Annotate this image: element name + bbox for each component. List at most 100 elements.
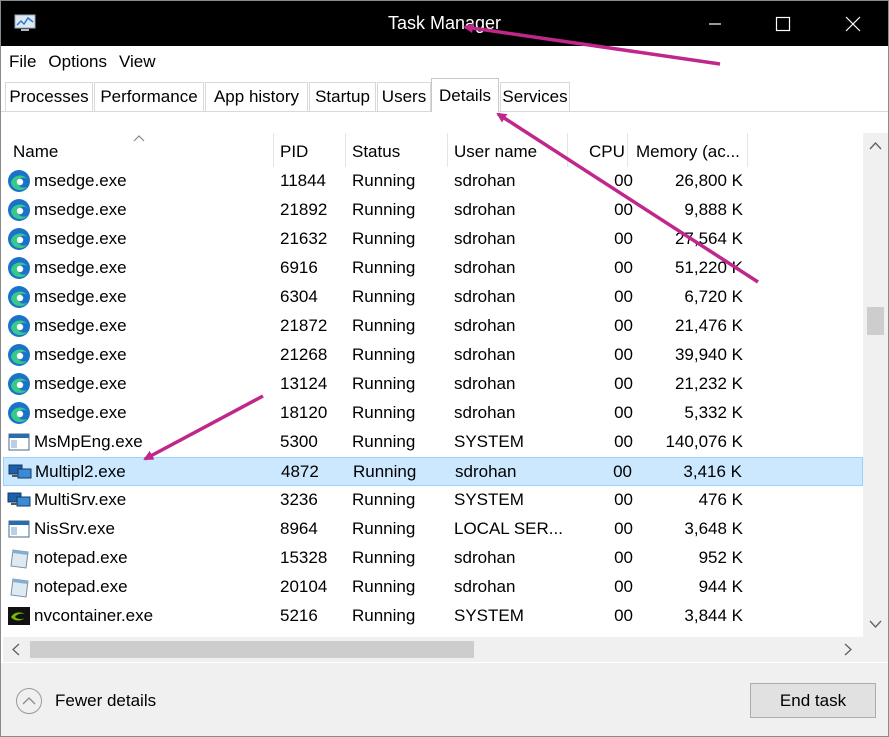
- column-header-user-name[interactable]: User name: [448, 133, 568, 167]
- cell-pid: 18120: [280, 403, 328, 422]
- table-row[interactable]: msedge.exe 21892 Running sdrohan 00 9,888 K: [3, 196, 863, 225]
- cell-user: sdrohan: [454, 171, 516, 190]
- cell-user: sdrohan: [454, 200, 516, 219]
- minimize-button[interactable]: [681, 1, 749, 46]
- table-row[interactable]: msedge.exe 21872 Running sdrohan 00 21,476 K: [3, 312, 863, 341]
- horizontal-scroll-thumb[interactable]: [30, 641, 474, 658]
- end-task-button[interactable]: End task: [750, 683, 876, 718]
- cell-status: Running: [352, 200, 416, 219]
- cell-status: Running: [352, 403, 416, 422]
- cell-name: notepad.exe: [34, 548, 128, 567]
- column-header-status[interactable]: Status: [346, 133, 448, 167]
- table-row[interactable]: NisSrv.exe 8964 Running LOCAL SER... 00 3,648…: [3, 515, 863, 544]
- table-header: Name PID Status User name CPU Memory (ac…: [3, 133, 863, 167]
- cell-name: msedge.exe: [34, 374, 127, 393]
- tab-processes[interactable]: Processes: [5, 82, 93, 111]
- cell-name: Multipl2.exe: [35, 462, 126, 481]
- minimize-icon: [709, 22, 721, 25]
- cell-name: msedge.exe: [34, 287, 127, 306]
- cell-user: sdrohan: [454, 577, 516, 596]
- cell-name: msedge.exe: [34, 345, 127, 364]
- cell-mem: 9,888 K: [684, 200, 743, 219]
- cell-status: Running: [352, 606, 416, 625]
- table-row[interactable]: Multipl2.exe 4872 Running sdrohan 00 3,416 K: [3, 457, 863, 486]
- table-row[interactable]: msedge.exe 6304 Running sdrohan 00 6,720 K: [3, 283, 863, 312]
- cell-status: Running: [352, 171, 416, 190]
- cell-cpu: 00: [614, 606, 633, 625]
- cell-name: msedge.exe: [34, 171, 127, 190]
- tab-app-history[interactable]: App history: [205, 82, 308, 111]
- title-bar: Task Manager: [1, 1, 888, 46]
- table-row[interactable]: MsMpEng.exe 5300 Running SYSTEM 00 140,076 K: [3, 428, 863, 457]
- app-window-icon: [7, 430, 31, 454]
- tab-details[interactable]: Details: [431, 78, 499, 112]
- edge-icon: [7, 256, 31, 280]
- cell-status: Running: [353, 462, 417, 481]
- cell-cpu: 00: [614, 258, 633, 277]
- tab-startup[interactable]: Startup: [309, 82, 376, 111]
- cell-cpu: 00: [614, 287, 633, 306]
- column-header-cpu[interactable]: CPU: [568, 133, 628, 167]
- cell-mem: 3,844 K: [684, 606, 743, 625]
- cell-name: msedge.exe: [34, 316, 127, 335]
- table-row[interactable]: notepad.exe 15328 Running sdrohan 00 952 K: [3, 544, 863, 573]
- cell-user: SYSTEM: [454, 490, 524, 509]
- table-row[interactable]: msedge.exe 21632 Running sdrohan 00 27,564 K: [3, 225, 863, 254]
- cell-mem: 952 K: [698, 548, 743, 567]
- tab-services[interactable]: Services: [500, 82, 570, 111]
- column-header-pid[interactable]: PID: [274, 133, 346, 167]
- tab-performance[interactable]: Performance: [94, 82, 204, 111]
- maximize-icon: [775, 16, 791, 31]
- table-row[interactable]: MultiSrv.exe 3236 Running SYSTEM 00 476 K: [3, 486, 863, 515]
- notepad-icon: [7, 546, 31, 570]
- cell-pid: 4872: [281, 462, 319, 481]
- cell-status: Running: [352, 432, 416, 451]
- table-row[interactable]: msedge.exe 21268 Running sdrohan 00 39,940 K: [3, 341, 863, 370]
- scroll-left-icon: [12, 643, 20, 656]
- menu-options[interactable]: Options: [48, 52, 107, 72]
- chevron-up-circle-icon: [16, 688, 42, 714]
- cell-pid: 5300: [280, 432, 318, 451]
- horizontal-scrollbar[interactable]: [3, 637, 888, 662]
- cell-mem: 39,940 K: [674, 345, 743, 364]
- column-header-memory[interactable]: Memory (ac...: [628, 133, 748, 167]
- cell-cpu: 00: [614, 519, 633, 538]
- tab-users[interactable]: Users: [377, 82, 431, 111]
- menu-file[interactable]: File: [9, 52, 36, 72]
- monitors-icon: [7, 488, 31, 512]
- close-button[interactable]: [819, 1, 887, 46]
- table-row[interactable]: msedge.exe 11844 Running sdrohan 00 26,800 K: [3, 167, 863, 196]
- cell-cpu: 00: [614, 200, 633, 219]
- cell-pid: 11844: [280, 171, 327, 190]
- cell-pid: 6304: [280, 287, 318, 306]
- maximize-button[interactable]: [749, 1, 817, 46]
- vertical-scrollbar[interactable]: [863, 133, 888, 637]
- edge-icon: [7, 372, 31, 396]
- cell-cpu: 00: [614, 229, 633, 248]
- footer-bar: Fewer details End task: [1, 663, 888, 736]
- cell-user: sdrohan: [454, 316, 516, 335]
- menu-view[interactable]: View: [119, 52, 156, 72]
- cell-user: sdrohan: [454, 258, 516, 277]
- cell-pid: 21872: [280, 316, 328, 335]
- cell-user: sdrohan: [454, 229, 516, 248]
- cell-cpu: 00: [613, 462, 632, 481]
- tab-strip: Processes Performance App history Startu…: [1, 78, 888, 112]
- cell-cpu: 00: [614, 403, 633, 422]
- cell-user: sdrohan: [454, 287, 516, 306]
- cell-status: Running: [352, 519, 416, 538]
- table-row[interactable]: msedge.exe 18120 Running sdrohan 00 5,332 K: [3, 399, 863, 428]
- table-row[interactable]: msedge.exe 13124 Running sdrohan 00 21,232 K: [3, 370, 863, 399]
- cell-mem: 3,648 K: [684, 519, 743, 538]
- column-header-name[interactable]: Name: [3, 133, 274, 167]
- table-row[interactable]: nvcontainer.exe 5216 Running SYSTEM 00 3,844 …: [3, 602, 863, 631]
- vertical-scroll-thumb[interactable]: [867, 307, 884, 335]
- table-row[interactable]: msedge.exe 6916 Running sdrohan 00 51,220 K: [3, 254, 863, 283]
- scroll-right-icon: [844, 643, 852, 656]
- cell-mem: 27,564 K: [674, 229, 743, 248]
- fewer-details-button[interactable]: Fewer details: [15, 685, 175, 717]
- table-body: msedge.exe 11844 Running sdrohan 00 26,800 Km…: [3, 167, 863, 637]
- cell-name: msedge.exe: [34, 229, 127, 248]
- table-row[interactable]: notepad.exe 20104 Running sdrohan 00 944 K: [3, 573, 863, 602]
- cell-status: Running: [352, 577, 416, 596]
